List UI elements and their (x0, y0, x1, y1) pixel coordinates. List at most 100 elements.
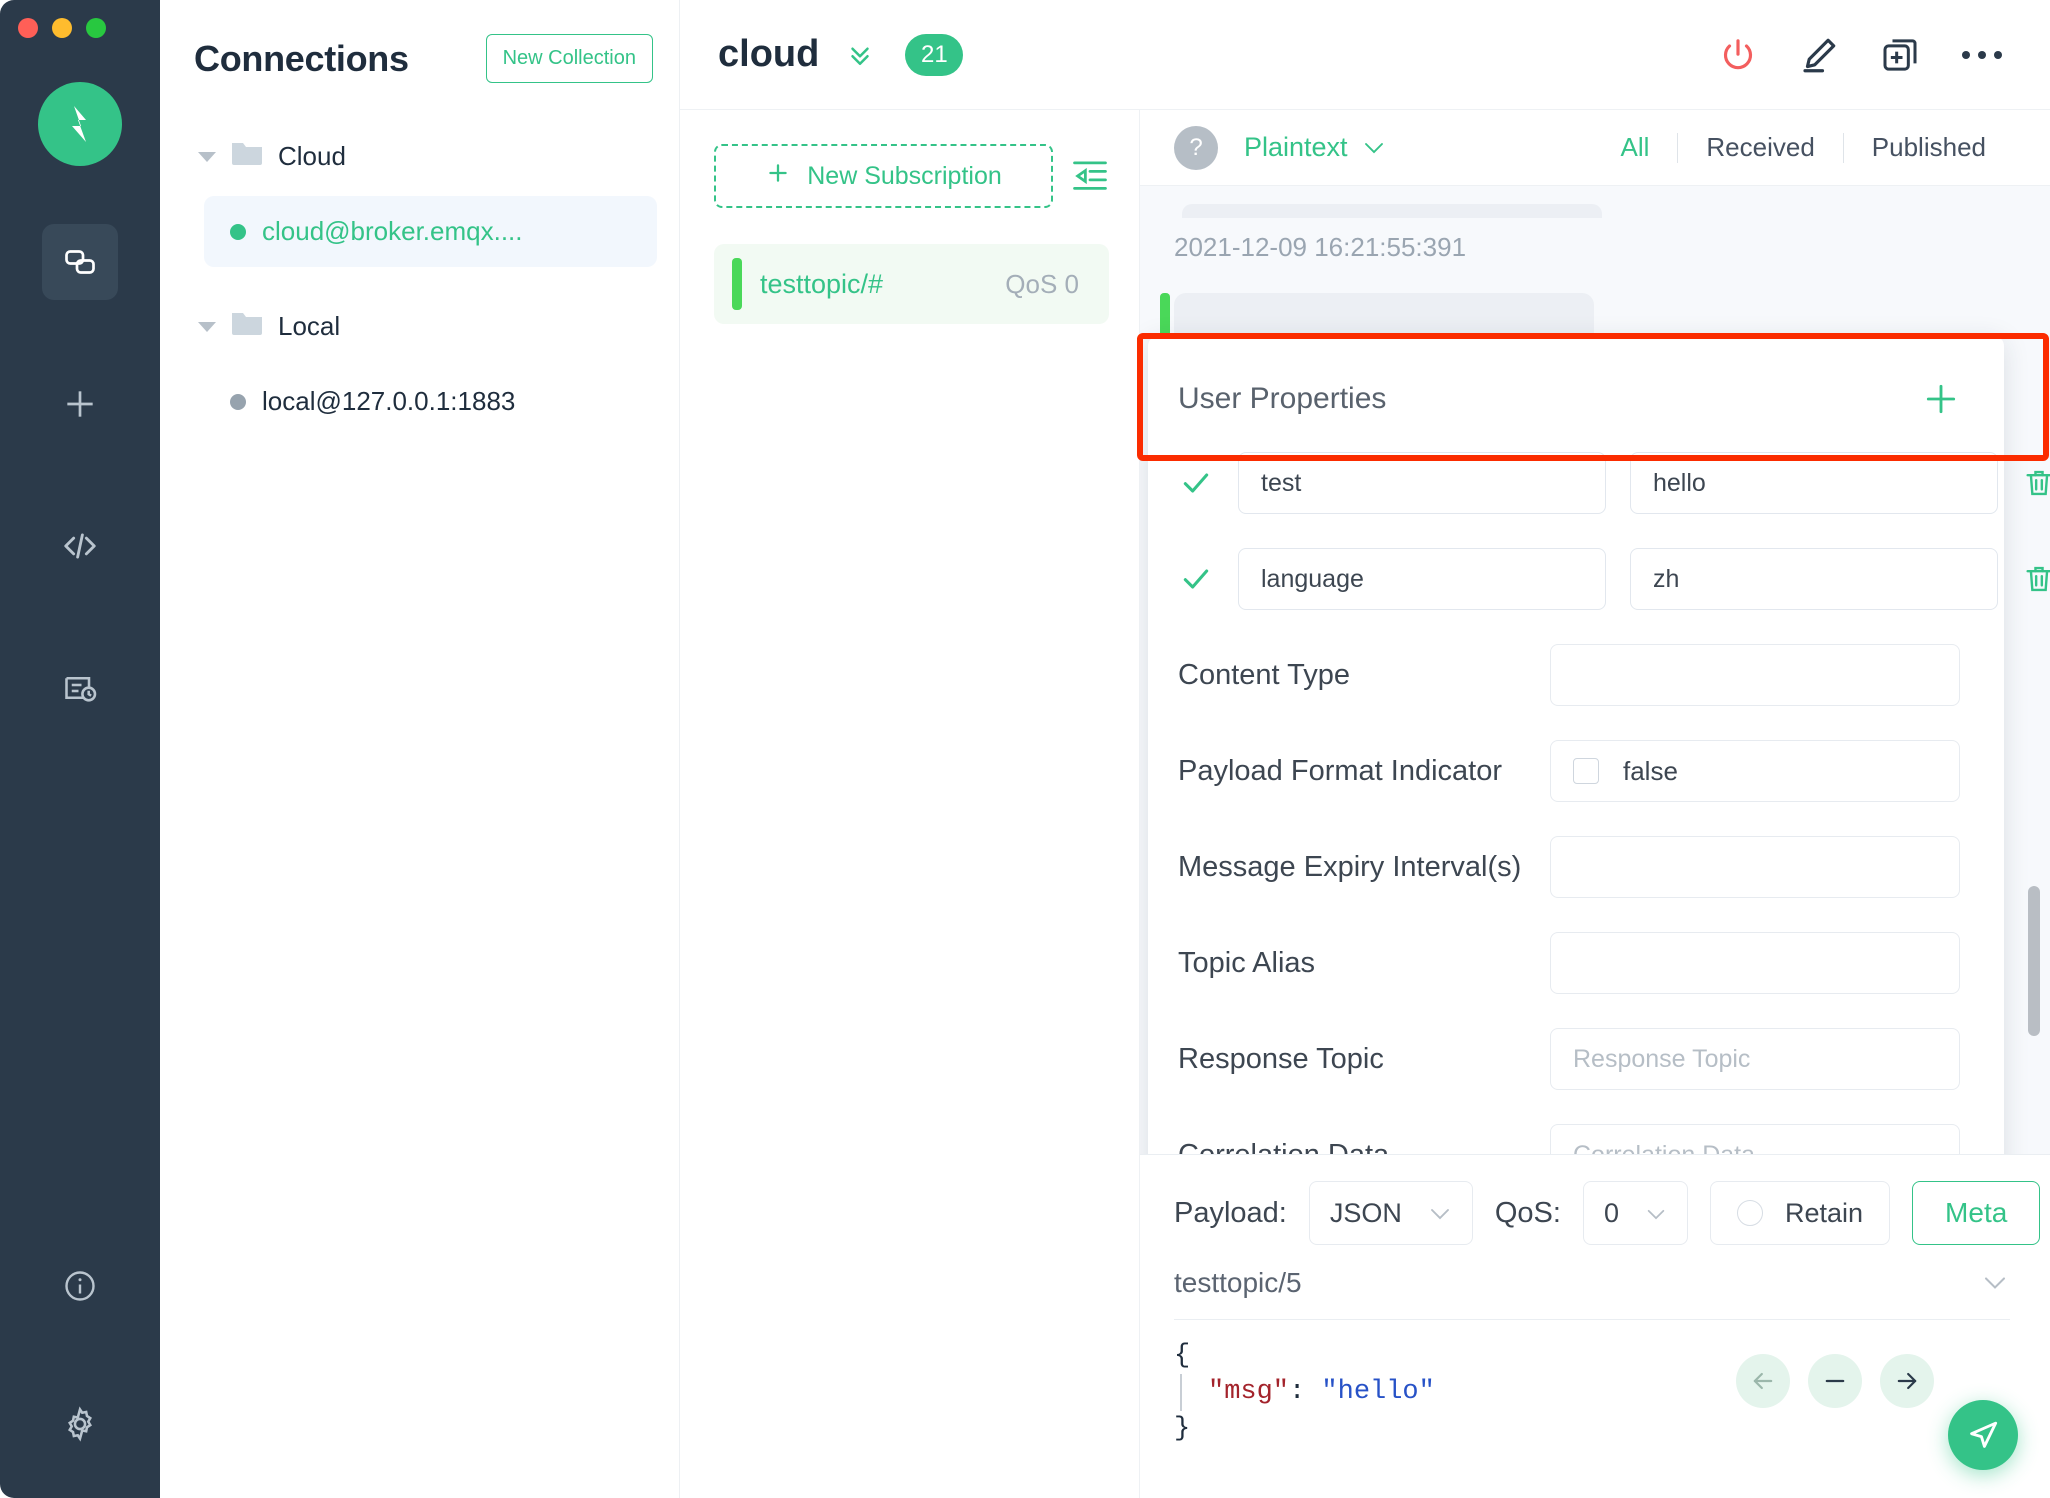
radio-icon (1737, 1200, 1763, 1226)
sidebar-item-scripts[interactable] (42, 508, 118, 584)
field-label: Content Type (1178, 658, 1350, 691)
connections-header: Connections New Collection (160, 0, 679, 83)
folder-label: Cloud (278, 141, 346, 171)
check-icon[interactable] (1178, 467, 1214, 499)
field-label: Correlation Data (1178, 1139, 1550, 1155)
topic-alias-input[interactable] (1550, 932, 1960, 994)
connections-panel: Connections New Collection Cloud cloud@b… (160, 0, 680, 1498)
messages-header: ? Plaintext All Received Published (1140, 110, 2050, 186)
publish-options-row: Payload: JSON QoS: 0 Retain Meta (1174, 1181, 2041, 1245)
payload-format-selector[interactable]: Plaintext (1244, 132, 1386, 163)
response-topic-input[interactable] (1550, 1028, 1960, 1090)
sidebar-item-new-connection[interactable] (42, 366, 118, 442)
folder-cloud[interactable]: Cloud (160, 129, 679, 184)
editor-line-3: } (1174, 1413, 1191, 1444)
field-response-topic: Response Topic (1178, 1028, 1960, 1090)
publish-topic-row[interactable]: testtopic/5 (1174, 1267, 2010, 1320)
message-timestamp: 2021-12-09 16:21:55:391 (1174, 232, 1467, 262)
power-icon[interactable] (1718, 35, 1758, 75)
trash-icon[interactable] (2022, 466, 2050, 500)
field-content-type: Content Type (1178, 644, 1960, 706)
payload-label: Payload: (1174, 1196, 1287, 1229)
filter-received[interactable]: Received (1678, 132, 1842, 163)
more-dots-icon[interactable] (1960, 46, 2004, 64)
folder-icon (230, 309, 264, 344)
field-payload-format-indicator: Payload Format Indicator false (1178, 740, 1960, 802)
new-subscription-button[interactable]: New Subscription (714, 144, 1053, 208)
minimize-window-button[interactable] (52, 18, 72, 38)
chevron-down-icon (1362, 132, 1386, 163)
broker-toolbar: cloud 21 (680, 0, 2050, 110)
meta-form: Content Type Payload Format Indicator fa… (1178, 644, 1960, 1154)
arrow-left-icon[interactable] (1736, 1354, 1790, 1408)
close-window-button[interactable] (18, 18, 38, 38)
publish-bar: Payload: JSON QoS: 0 Retain Meta testtop… (1140, 1154, 2050, 1320)
user-property-key-input[interactable] (1238, 548, 1606, 610)
filter-published[interactable]: Published (1844, 132, 2014, 163)
plus-icon (765, 160, 791, 193)
subscription-topic: testtopic/# (760, 268, 884, 299)
double-chevron-down-icon[interactable] (841, 40, 879, 70)
filter-all[interactable]: All (1592, 132, 1677, 163)
add-user-property-icon[interactable] (1922, 380, 1960, 418)
chevron-down-icon[interactable] (1980, 1274, 2010, 1292)
editor-controls (1736, 1354, 1934, 1408)
minus-icon[interactable] (1808, 1354, 1862, 1408)
checkbox-icon[interactable] (1573, 758, 1599, 784)
message-partial-top (1182, 204, 1602, 218)
arrow-right-icon[interactable] (1880, 1354, 1934, 1408)
new-collection-button[interactable]: New Collection (485, 34, 653, 83)
qos-value: 0 (1603, 1197, 1619, 1228)
correlation-data-input[interactable] (1550, 1124, 1960, 1154)
connection-item-local[interactable]: local@127.0.0.1:1883 (204, 366, 657, 437)
send-paper-plane-icon[interactable] (1948, 1400, 2018, 1470)
broker-name: cloud (718, 33, 820, 75)
message-expiry-interval-input[interactable] (1550, 836, 1960, 898)
check-icon[interactable] (1178, 563, 1214, 595)
folder-icon (230, 139, 264, 174)
meta-properties-card: User Properties test hello language zh C… (1148, 336, 2050, 1154)
sidebar-item-about[interactable] (42, 1248, 118, 1324)
subscription-qos: QoS 0 (1005, 268, 1079, 299)
meta-button[interactable]: Meta (1912, 1181, 2041, 1245)
trash-icon[interactable] (2022, 562, 2050, 596)
subscriptions-panel: New Subscription testtopic/# QoS 0 (680, 110, 1140, 1498)
field-label: Response Topic (1178, 1042, 1384, 1075)
message-count-badge: 21 (905, 33, 964, 76)
subscription-color-bar (732, 258, 742, 310)
qos-select[interactable]: 0 (1582, 1181, 1688, 1245)
payload-format-indicator-box[interactable]: false (1550, 740, 1960, 802)
messages-scrollbar[interactable] (2028, 886, 2040, 1036)
page-title: Connections (194, 37, 409, 79)
new-window-icon[interactable] (1880, 35, 1920, 75)
payload-format-select[interactable]: JSON (1308, 1181, 1473, 1245)
subscription-item[interactable]: testtopic/# QoS 0 (714, 244, 1109, 324)
sidebar-item-connections[interactable] (42, 224, 118, 300)
user-property-key-input[interactable] (1238, 452, 1606, 514)
field-label: Topic Alias (1178, 946, 1316, 979)
main-column: cloud 21 New Subscription testtopic/# Qo… (680, 0, 2050, 1498)
payload-format-indicator-value: false (1623, 755, 1678, 786)
folder-local[interactable]: Local (160, 299, 679, 354)
content-type-input[interactable] (1550, 644, 1960, 706)
user-property-value-input[interactable] (1630, 452, 1998, 514)
payload-editor[interactable]: { "msg": "hello" } (1140, 1320, 2050, 1498)
editor-colon: : (1289, 1377, 1322, 1408)
question-mark-icon[interactable]: ? (1174, 125, 1218, 170)
app-window: Connections New Collection Cloud cloud@b… (0, 0, 2050, 1498)
messages-list: 2021-12-09 16:21:55:391 User Properties (1140, 186, 2050, 1154)
user-property-row (1178, 452, 2050, 514)
collapse-panel-icon[interactable] (1071, 159, 1109, 193)
payload-format-value: Plaintext (1244, 132, 1348, 162)
edit-pencil-icon[interactable] (1798, 34, 1840, 76)
subscriptions-header: New Subscription (714, 144, 1109, 208)
field-label: Message Expiry Interval(s) (1178, 850, 1522, 883)
sidebar-item-settings[interactable] (42, 1386, 118, 1462)
chevron-down-icon (198, 321, 216, 332)
chevron-down-icon (198, 151, 216, 162)
connection-item-cloud[interactable]: cloud@broker.emqx.... (204, 196, 657, 267)
retain-toggle[interactable]: Retain (1710, 1181, 1891, 1245)
user-property-value-input[interactable] (1630, 548, 1998, 610)
maximize-window-button[interactable] (86, 18, 106, 38)
sidebar-item-logs[interactable] (42, 650, 118, 726)
